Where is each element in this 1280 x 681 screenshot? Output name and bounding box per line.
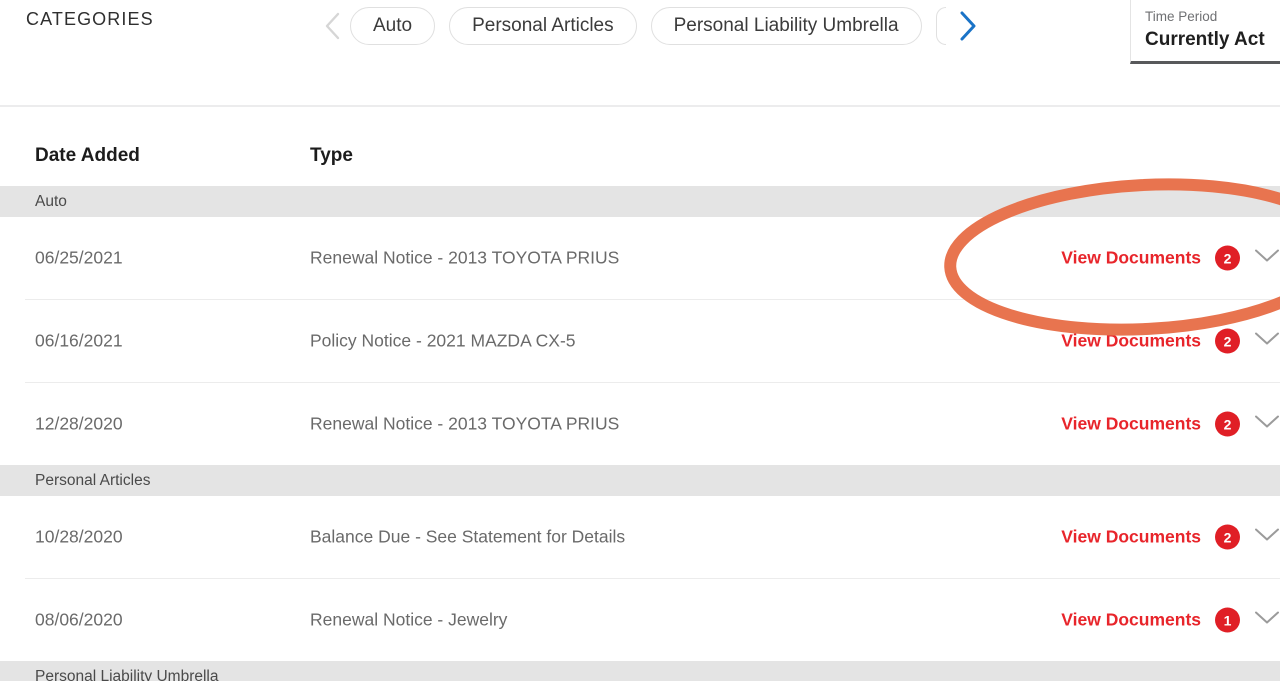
category-pill-label: Auto <box>373 15 413 36</box>
expand-row-button[interactable] <box>1254 248 1280 269</box>
document-count-badge: 2 <box>1215 245 1240 271</box>
expand-row-button[interactable] <box>1254 527 1280 548</box>
table-row[interactable]: 06/25/2021 Renewal Notice - 2013 TOYOTA … <box>0 217 1280 299</box>
chevron-down-icon <box>1254 610 1280 631</box>
view-documents-link[interactable]: View Documents <box>1061 527 1201 548</box>
column-header-type: Type <box>310 145 353 166</box>
chevron-down-icon <box>1254 527 1280 548</box>
group-header-personal-articles: Personal Articles <box>0 465 1280 496</box>
document-count-badge: 2 <box>1215 328 1240 354</box>
category-pill-personal-articles[interactable]: Personal Articles <box>449 7 637 45</box>
chevron-down-icon <box>1254 331 1280 352</box>
time-period-filter[interactable]: Time Period Currently Act <box>1130 0 1280 64</box>
carousel-next-button[interactable] <box>950 4 984 48</box>
expand-row-button[interactable] <box>1254 610 1280 631</box>
row-actions: View Documents 2 <box>1061 411 1280 437</box>
group-header-label: Personal Liability Umbrella <box>35 667 219 681</box>
row-actions: View Documents 2 <box>1061 245 1280 271</box>
view-documents-link[interactable]: View Documents <box>1061 331 1201 352</box>
cell-date-added: 06/16/2021 <box>35 330 123 351</box>
row-actions: View Documents 2 <box>1061 328 1280 354</box>
expand-row-button[interactable] <box>1254 331 1280 352</box>
category-pill-next-partial[interactable] <box>935 7 946 45</box>
category-pill-label: Personal Articles <box>472 15 614 36</box>
cell-date-added: 06/25/2021 <box>35 247 123 268</box>
table-row[interactable]: 12/28/2020 Renewal Notice - 2013 TOYOTA … <box>0 383 1280 465</box>
category-pill-auto[interactable]: Auto <box>350 7 436 45</box>
time-period-label: Time Period <box>1145 9 1218 24</box>
documents-screen: CATEGORIES Auto Personal Articles Person… <box>0 0 1280 681</box>
document-count-badge: 2 <box>1215 411 1240 437</box>
cell-date-added: 08/06/2020 <box>35 609 123 630</box>
cell-date-added: 10/28/2020 <box>35 526 123 547</box>
view-documents-link[interactable]: View Documents <box>1061 248 1201 269</box>
time-period-value: Currently Act <box>1145 29 1265 50</box>
cell-type: Policy Notice - 2021 MAZDA CX-5 <box>310 330 576 351</box>
cell-type: Renewal Notice - Jewelry <box>310 609 508 630</box>
row-actions: View Documents 2 <box>1061 524 1280 550</box>
documents-table: Date Added Type Auto 06/25/2021 Renewal … <box>0 107 1280 681</box>
chevron-left-icon <box>323 10 343 42</box>
table-row[interactable]: 06/16/2021 Policy Notice - 2021 MAZDA CX… <box>0 300 1280 382</box>
table-row[interactable]: 10/28/2020 Balance Due - See Statement f… <box>0 496 1280 578</box>
column-header-date-added: Date Added <box>35 145 140 166</box>
cell-date-added: 12/28/2020 <box>35 413 123 434</box>
table-header-row: Date Added Type <box>0 107 1280 186</box>
document-count-badge: 1 <box>1215 607 1240 633</box>
table-row[interactable]: 08/06/2020 Renewal Notice - Jewelry View… <box>0 579 1280 661</box>
document-count-badge: 2 <box>1215 524 1240 550</box>
chevron-right-icon <box>956 9 978 43</box>
chevron-down-icon <box>1254 414 1280 435</box>
cell-type: Renewal Notice - 2013 TOYOTA PRIUS <box>310 413 620 434</box>
row-actions: View Documents 1 <box>1061 607 1280 633</box>
category-carousel: Auto Personal Articles Personal Liabilit… <box>316 0 984 52</box>
view-documents-link[interactable]: View Documents <box>1061 414 1201 435</box>
group-header-personal-liability-umbrella: Personal Liability Umbrella <box>0 661 1280 681</box>
chevron-down-icon <box>1254 248 1280 269</box>
group-header-label: Personal Articles <box>35 471 151 489</box>
carousel-prev-button[interactable] <box>316 4 350 48</box>
category-pill-personal-liability-umbrella[interactable]: Personal Liability Umbrella <box>650 7 922 45</box>
top-bar: CATEGORIES Auto Personal Articles Person… <box>0 0 1280 107</box>
categories-label: CATEGORIES <box>26 9 154 29</box>
cell-type: Balance Due - See Statement for Details <box>310 526 626 547</box>
group-header-auto: Auto <box>0 186 1280 217</box>
category-pill-label: Personal Liability Umbrella <box>673 15 899 36</box>
expand-row-button[interactable] <box>1254 414 1280 435</box>
group-header-label: Auto <box>35 192 67 210</box>
cell-type: Renewal Notice - 2013 TOYOTA PRIUS <box>310 247 620 268</box>
view-documents-link[interactable]: View Documents <box>1061 610 1201 631</box>
